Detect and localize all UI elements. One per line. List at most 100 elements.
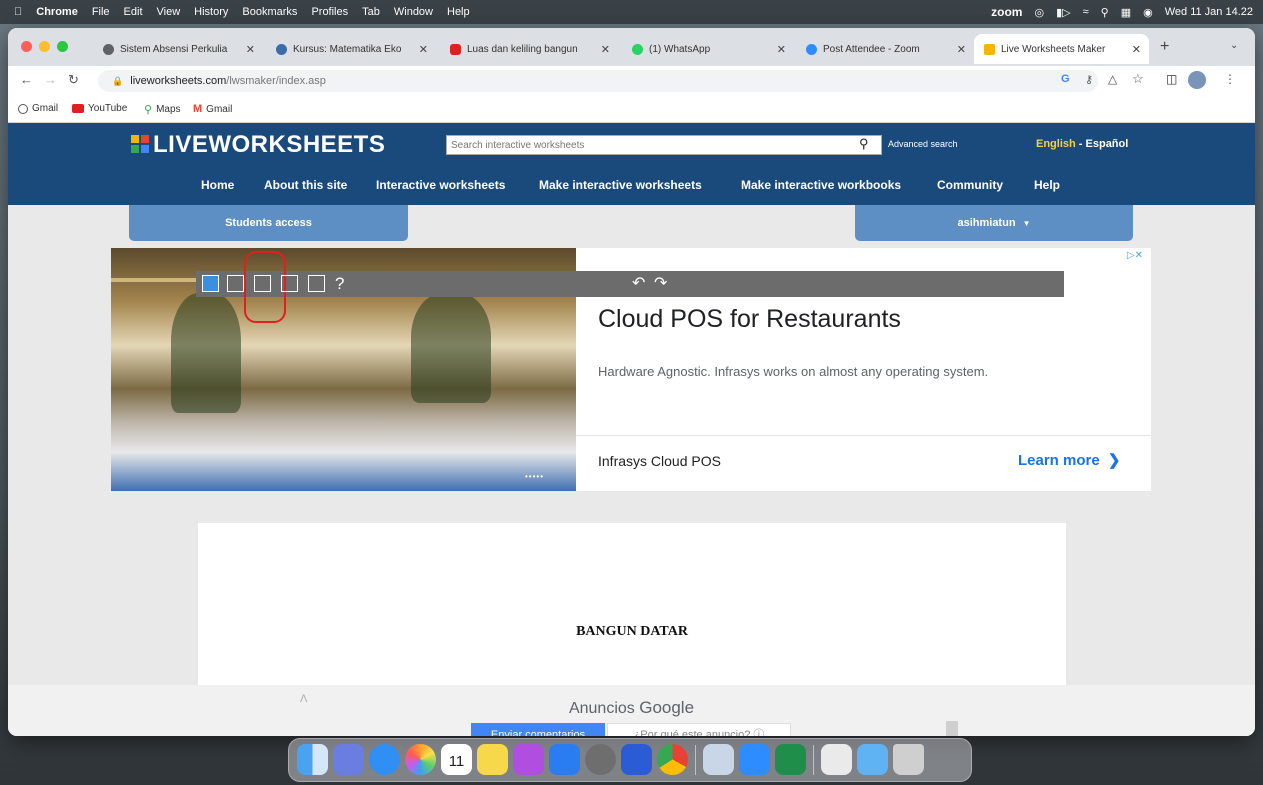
close-tab-icon[interactable]: ✕ [957,43,966,56]
nav-interactive-worksheets[interactable]: Interactive worksheets [376,178,505,192]
reload-icon[interactable]: ↻ [68,72,79,88]
podcasts-icon[interactable] [513,744,544,775]
menu-file[interactable]: File [92,6,110,18]
learn-more-button[interactable]: Learn more ❯ [1018,451,1120,469]
profile-avatar[interactable] [1188,71,1206,89]
preview-icon[interactable] [703,744,734,775]
app-store-icon[interactable] [549,744,580,775]
back-icon[interactable]: ← [20,72,33,87]
control-center-icon[interactable]: ▦ [1121,6,1131,19]
menu-edit[interactable]: Edit [124,6,143,18]
tab-zoom[interactable]: Post Attendee - Zoom ✕ [796,34,974,64]
close-tab-icon[interactable]: ✕ [777,43,786,56]
spotlight-search-icon[interactable]: ⚲ [1101,6,1109,19]
bookmark-maps[interactable]: ⚲ Maps [144,103,181,116]
forward-icon[interactable]: → [44,72,57,87]
redo-icon[interactable]: ↷ [654,273,667,293]
user-menu[interactable]: asihmiatun ▼ [855,205,1133,241]
nav-make-worksheets[interactable]: Make interactive worksheets [539,178,702,192]
select-tool-icon[interactable] [227,275,244,292]
tab-whatsapp[interactable]: (1) WhatsApp ✕ [622,34,794,64]
clock[interactable]: Wed 11 Jan 14.22 [1165,6,1253,18]
site-search-input[interactable]: Search interactive worksheets [446,135,882,155]
search-icon[interactable]: ⚲ [859,136,869,152]
bookmark-gmail-1[interactable]: Gmail [18,103,58,114]
close-tab-icon[interactable]: ✕ [419,43,428,56]
tab-sistem-absensi[interactable]: Sistem Absensi Perkulia ✕ [93,34,263,64]
drag-drop-tool-icon[interactable] [281,275,298,292]
menu-app-name[interactable]: Chrome [36,6,78,18]
site-logo[interactable]: LIVEWORKSHEETS [153,131,385,159]
zoom-window-button[interactable] [57,41,68,52]
advanced-search-link[interactable]: Advanced search [888,139,958,149]
finder-icon[interactable] [297,744,328,775]
scrollbar-thumb[interactable] [946,721,958,736]
safari-icon[interactable] [369,744,400,775]
maps-pin-icon: ⚲ [144,104,153,116]
carousel-dots[interactable]: ••••• [525,472,544,481]
tab-search-chevron-icon[interactable]: ⌄ [1230,40,1238,51]
photos-icon[interactable] [405,744,436,775]
nav-home[interactable]: Home [201,178,234,192]
tab-live-worksheets[interactable]: Live Worksheets Maker ✕ [974,34,1149,64]
menu-profiles[interactable]: Profiles [311,6,348,18]
nav-help[interactable]: Help [1034,178,1060,192]
menu-window[interactable]: Window [394,6,433,18]
siri-icon[interactable]: ◉ [1143,6,1153,19]
downloads-stack-icon[interactable] [821,744,852,775]
lang-spanish-link[interactable]: Español [1086,138,1129,150]
excel-icon[interactable] [775,744,806,775]
system-settings-icon[interactable] [585,744,616,775]
password-key-icon[interactable]: ⚷ [1085,73,1093,86]
google-lens-icon[interactable]: G [1061,73,1070,85]
record-icon[interactable]: ◎ [1034,6,1044,19]
folder-icon[interactable] [857,744,888,775]
calendar-icon[interactable]: 11 [441,744,472,775]
chrome-icon[interactable] [657,744,688,775]
notes-icon[interactable] [477,744,508,775]
worksheet-title: BANGUN DATAR [576,624,688,639]
battery-icon[interactable]: ▮▷ [1056,6,1071,19]
bookmark-gmail-2[interactable]: M Gmail [193,103,232,115]
undo-icon[interactable]: ↶ [632,273,645,293]
adchoices-close-icon[interactable]: ▷✕ [1127,250,1143,261]
menu-history[interactable]: History [194,6,228,18]
nav-make-workbooks[interactable]: Make interactive workbooks [741,178,901,192]
menu-tab[interactable]: Tab [362,6,380,18]
lang-english-link[interactable]: English [1036,138,1076,150]
help-tool-icon[interactable]: ? [335,274,344,294]
edit-text-tool-icon[interactable] [202,275,219,292]
lock-icon[interactable]: 🔒 [112,76,123,86]
tab-kursus-matematika[interactable]: Kursus: Matematika Eko ✕ [266,34,436,64]
bookmark-star-icon[interactable]: ☆ [1132,71,1144,87]
zoom-status-label[interactable]: zoom [991,5,1022,19]
nav-about[interactable]: About this site [264,178,347,192]
students-access-tab[interactable]: Students access [129,205,408,241]
nav-community[interactable]: Community [937,178,1003,192]
menu-kebab-icon[interactable]: ⋮ [1224,72,1236,86]
apple-icon[interactable]:  [14,6,22,18]
speaking-tool-icon[interactable] [308,275,325,292]
menu-help[interactable]: Help [447,6,470,18]
address-bar[interactable]: 🔒 liveworksheets.com/lwsmaker/index.asp [98,70,1098,92]
send-feedback-button[interactable]: Enviar comentarios [471,723,605,736]
close-tab-icon[interactable]: ✕ [1132,43,1141,56]
ad-headline[interactable]: Cloud POS for Restaurants [598,305,901,334]
wifi-icon[interactable]: ≈ [1083,6,1089,18]
trash-icon[interactable] [893,744,924,775]
close-tab-icon[interactable]: ✕ [601,43,610,56]
side-panel-icon[interactable]: ◫ [1166,72,1177,86]
close-tab-icon[interactable]: ✕ [246,43,255,56]
launchpad-icon[interactable] [333,744,364,775]
zoom-app-icon[interactable] [739,744,770,775]
why-this-ad-button[interactable]: ¿Por qué este anuncio? ⓘ [607,723,791,736]
word-icon[interactable] [621,744,652,775]
menu-view[interactable]: View [157,6,181,18]
tab-luas-keliling[interactable]: Luas dan keliling bangun ✕ [440,34,618,64]
minimize-window-button[interactable] [39,41,50,52]
share-icon[interactable]: △ [1108,72,1117,86]
new-tab-icon[interactable]: + [1160,38,1169,56]
close-window-button[interactable] [21,41,32,52]
bookmark-youtube[interactable]: YouTube [72,103,127,114]
menu-bookmarks[interactable]: Bookmarks [242,6,297,18]
